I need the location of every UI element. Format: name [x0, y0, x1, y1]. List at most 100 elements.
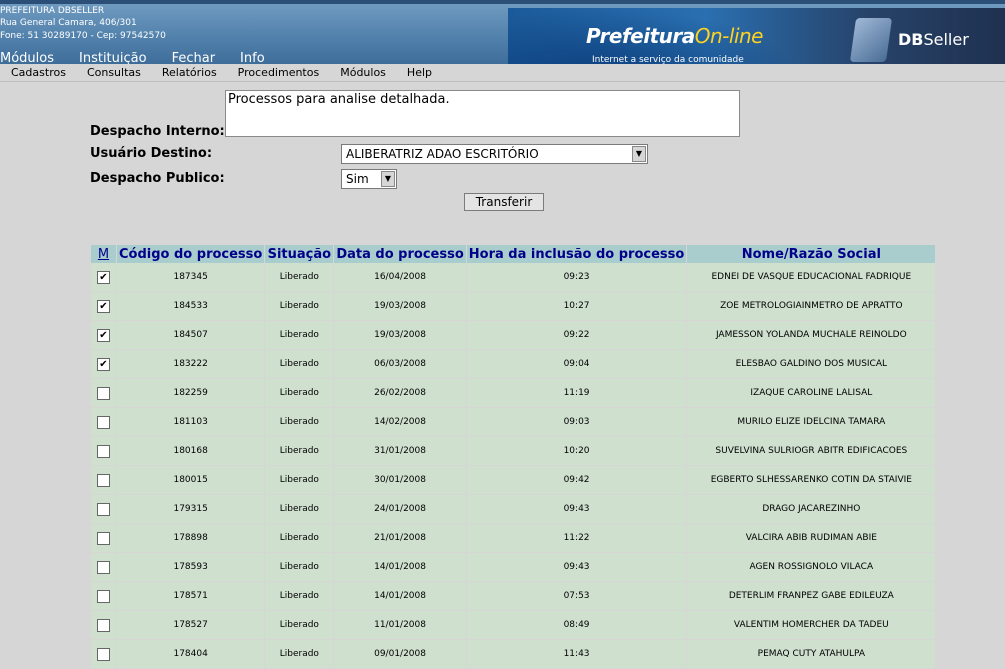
despacho-publico-value: Sim: [346, 172, 369, 186]
table-row[interactable]: 178898 Liberado 21/01/2008 11:22 VALCIRA ABI…: [91, 524, 937, 553]
row-checkbox-cell: ✔: [91, 292, 117, 321]
table-row[interactable]: ✔ 183222 Liberado 06/03/2008 09:04 ELESBAO GA…: [91, 350, 937, 379]
despacho-interno-label: Despacho Interno:: [90, 124, 225, 139]
cell-codigo: 178571: [117, 582, 266, 611]
cell-data: 31/01/2008: [334, 437, 467, 466]
cell-codigo: 184507: [117, 321, 266, 350]
cell-codigo: 178404: [117, 640, 266, 669]
chevron-down-icon[interactable]: ▼: [381, 171, 395, 187]
cell-situacao: Liberado: [265, 524, 335, 553]
table-row[interactable]: 178404 Liberado 09/01/2008 11:43 PEMAQ CUTY …: [91, 640, 937, 669]
chevron-down-icon[interactable]: ▼: [632, 146, 646, 162]
cell-situacao: Liberado: [265, 553, 335, 582]
table-row[interactable]: ✔ 187345 Liberado 16/04/2008 09:23 EDNEI DE V…: [91, 263, 937, 292]
row-checkbox-cell: [91, 582, 117, 611]
table-row[interactable]: ✔ 184507 Liberado 19/03/2008 09:22 JAMESSON Y…: [91, 321, 937, 350]
cell-nome: EDNEI DE VASQUE EDUCACIONAL FADRIQUE: [687, 263, 937, 292]
table-row[interactable]: ✔ 184533 Liberado 19/03/2008 10:27 ZOE METROL…: [91, 292, 937, 321]
cell-nome: AGEN ROSSIGNOLO VILACA: [687, 553, 937, 582]
cell-situacao: Liberado: [265, 321, 335, 350]
menu-modulos[interactable]: Módulos: [340, 64, 386, 81]
row-checkbox[interactable]: [97, 531, 110, 545]
cell-situacao: Liberado: [265, 350, 335, 379]
transfer-button[interactable]: Transferir: [464, 193, 544, 211]
row-checkbox[interactable]: [97, 386, 110, 400]
table-row[interactable]: 178593 Liberado 14/01/2008 09:43 AGEN ROSSIG…: [91, 553, 937, 582]
cell-hora: 09:03: [466, 408, 688, 437]
row-checkbox[interactable]: ✔: [97, 299, 110, 313]
row-checkbox[interactable]: ✔: [97, 270, 110, 284]
cell-hora: 09:04: [466, 350, 688, 379]
table-row[interactable]: 178527 Liberado 11/01/2008 08:49 VALENTIM HO…: [91, 611, 937, 640]
row-checkbox-cell: [91, 495, 117, 524]
cell-hora: 07:53: [466, 582, 688, 611]
table-row[interactable]: 180168 Liberado 31/01/2008 10:20 SUVELVINA S…: [91, 437, 937, 466]
row-checkbox[interactable]: [97, 589, 110, 603]
org-address: Rua General Camara, 406/301: [0, 18, 137, 28]
cell-nome: MURILO ELIZE IDELCINA TAMARA: [687, 408, 937, 437]
cell-codigo: 187345: [117, 263, 266, 292]
despacho-publico-select[interactable]: Sim ▼: [341, 169, 397, 189]
cell-data: 09/01/2008: [334, 640, 467, 669]
cell-hora: 09:43: [466, 495, 688, 524]
cell-nome: VALCIRA ABIB RUDIMAN ABIE: [687, 524, 937, 553]
row-checkbox[interactable]: [97, 415, 110, 429]
row-checkbox[interactable]: [97, 502, 110, 516]
usuario-destino-label: Usuário Destino:: [90, 146, 213, 161]
row-checkbox-cell: [91, 553, 117, 582]
row-checkbox-cell: [91, 640, 117, 669]
row-checkbox-cell: [91, 611, 117, 640]
logo-prefeitura: Prefeitura: [586, 24, 695, 48]
menu-help[interactable]: Help: [407, 64, 432, 81]
logo-online: On-line: [694, 24, 764, 48]
cell-hora: 11:22: [466, 524, 688, 553]
row-checkbox[interactable]: [97, 473, 110, 487]
row-checkbox[interactable]: [97, 444, 110, 458]
row-checkbox[interactable]: [97, 618, 110, 632]
row-checkbox[interactable]: ✔: [97, 357, 110, 371]
cell-data: 19/03/2008: [334, 321, 467, 350]
cell-data: 16/04/2008: [334, 263, 467, 292]
row-checkbox[interactable]: ✔: [97, 328, 110, 342]
row-checkbox[interactable]: [97, 560, 110, 574]
col-mark-header[interactable]: M: [91, 245, 117, 263]
cell-codigo: 178527: [117, 611, 266, 640]
col-codigo-header: Código do processo: [117, 245, 266, 263]
menu-procedimentos[interactable]: Procedimentos: [238, 64, 320, 81]
col-hora-header: Hora da inclusão do processo: [466, 245, 688, 263]
table-row[interactable]: 180015 Liberado 30/01/2008 09:42 EGBERTO SLH…: [91, 466, 937, 495]
org-phone: Fone: 51 30289170 - Cep: 97542570: [0, 31, 166, 41]
cell-codigo: 180015: [117, 466, 266, 495]
cell-data: 30/01/2008: [334, 466, 467, 495]
cell-situacao: Liberado: [265, 495, 335, 524]
row-checkbox-cell: ✔: [91, 350, 117, 379]
cell-data: 24/01/2008: [334, 495, 467, 524]
cell-nome: PEMAQ CUTY ATAHULPA: [687, 640, 937, 669]
despacho-interno-textarea[interactable]: Processos para analise detalhada.: [225, 90, 740, 137]
cell-hora: 08:49: [466, 611, 688, 640]
cell-data: 14/02/2008: [334, 408, 467, 437]
table-row[interactable]: 182259 Liberado 26/02/2008 11:19 IZAQUE CARO…: [91, 379, 937, 408]
org-name: PREFEITURA DBSELLER: [0, 6, 105, 16]
cell-hora: 09:43: [466, 553, 688, 582]
usuario-destino-select[interactable]: ALIBERATRIZ ADAO ESCRITÓRIO ▼: [341, 144, 648, 164]
cell-codigo: 181103: [117, 408, 266, 437]
app-header: PREFEITURA DBSELLER Rua General Camara, …: [0, 0, 1005, 68]
table-row[interactable]: 179315 Liberado 24/01/2008 09:43 DRAGO JACAR…: [91, 495, 937, 524]
cell-hora: 11:43: [466, 640, 688, 669]
table-row[interactable]: 178571 Liberado 14/01/2008 07:53 DETERLIM FR…: [91, 582, 937, 611]
cell-situacao: Liberado: [265, 582, 335, 611]
row-checkbox[interactable]: [97, 647, 110, 661]
mark-all-link[interactable]: M: [98, 247, 109, 262]
logo-seller: Seller: [923, 30, 969, 49]
menu-cadastros[interactable]: Cadastros: [11, 64, 66, 81]
menu-consultas[interactable]: Consultas: [87, 64, 141, 81]
menu-relatorios[interactable]: Relatórios: [162, 64, 217, 81]
table-row[interactable]: 181103 Liberado 14/02/2008 09:03 MURILO ELIZ…: [91, 408, 937, 437]
table-header-row: M Código do processo Situação Data do pr…: [91, 245, 937, 263]
cell-codigo: 184533: [117, 292, 266, 321]
cell-codigo: 182259: [117, 379, 266, 408]
usuario-destino-value: ALIBERATRIZ ADAO ESCRITÓRIO: [346, 147, 539, 161]
cell-situacao: Liberado: [265, 640, 335, 669]
cell-nome: SUVELVINA SULRIOGR ABITR EDIFICACOES: [687, 437, 937, 466]
